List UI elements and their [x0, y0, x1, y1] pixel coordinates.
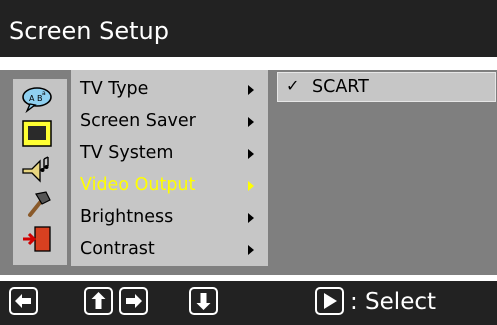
- category-sidebar: A B a: [13, 79, 67, 265]
- menu-item-label: TV Type: [80, 79, 149, 99]
- submenu-arrow-icon: [248, 149, 254, 159]
- menu-item-label: TV System: [80, 143, 174, 163]
- play-icon[interactable]: [315, 287, 344, 315]
- menu-item-label: Brightness: [80, 207, 174, 227]
- right-arrow-icon[interactable]: [119, 287, 148, 315]
- menu-item-contrast[interactable]: Contrast: [80, 234, 260, 264]
- page-title: Screen Setup: [9, 17, 169, 45]
- down-arrow-icon[interactable]: [189, 287, 218, 315]
- audio-icon[interactable]: [20, 155, 54, 183]
- menu-item-tv-system[interactable]: TV System: [80, 138, 260, 168]
- submenu-arrow-icon: [248, 213, 254, 223]
- tools-icon[interactable]: [20, 190, 54, 218]
- submenu-arrow-icon: [248, 181, 254, 191]
- submenu-arrow-icon: [248, 245, 254, 255]
- settings-menu: TV Type Screen Saver TV System Video Out…: [71, 70, 268, 266]
- menu-item-video-output[interactable]: Video Output: [80, 170, 260, 200]
- language-icon[interactable]: A B a: [20, 85, 54, 113]
- submenu-arrow-icon: [248, 117, 254, 127]
- svg-text:A B: A B: [29, 94, 43, 103]
- menu-item-screen-saver[interactable]: Screen Saver: [80, 106, 260, 136]
- display-icon[interactable]: [20, 120, 54, 148]
- check-icon: ✓: [286, 76, 300, 95]
- title-bar: Screen Setup: [0, 0, 497, 57]
- svg-text:a: a: [42, 90, 46, 97]
- up-arrow-icon[interactable]: [84, 287, 113, 315]
- menu-item-label: Screen Saver: [80, 111, 196, 131]
- menu-item-brightness[interactable]: Brightness: [80, 202, 260, 232]
- submenu-option-scart[interactable]: ✓ SCART: [277, 72, 496, 102]
- menu-item-label: Contrast: [80, 239, 155, 259]
- select-hint: : Select: [350, 289, 437, 315]
- menu-item-label: Video Output: [80, 175, 196, 195]
- menu-item-tv-type[interactable]: TV Type: [80, 74, 260, 104]
- submenu-arrow-icon: [248, 85, 254, 95]
- exit-icon[interactable]: [20, 225, 54, 253]
- left-arrow-icon[interactable]: [9, 287, 38, 315]
- submenu-option-label: SCART: [312, 77, 369, 97]
